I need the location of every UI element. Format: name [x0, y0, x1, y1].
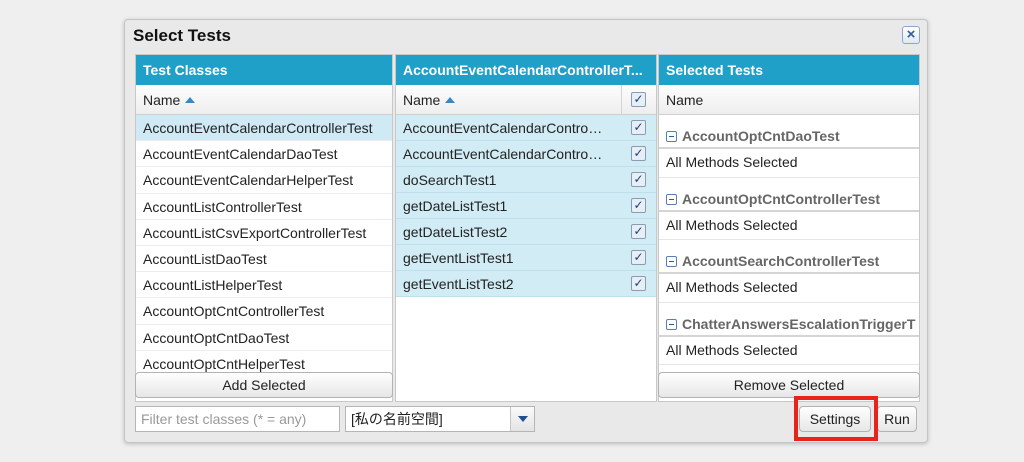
method-checkbox[interactable]: ✓ — [631, 276, 646, 291]
method-name: getEventListTest2 — [403, 276, 514, 292]
namespace-value: [私の名前空間] — [351, 411, 443, 427]
method-checkbox[interactable]: ✓ — [631, 146, 646, 161]
column-divider — [621, 85, 622, 115]
collapse-icon[interactable] — [666, 318, 677, 330]
method-name: AccountEventCalendarControll... — [403, 146, 603, 162]
selected-group-header[interactable]: ChatterAnswersEscalationTriggerT — [659, 303, 919, 337]
method-name: AccountEventCalendarControll... — [403, 120, 603, 136]
test-classes-panel: Test Classes Name AccountEventCalendarCo… — [135, 54, 393, 402]
method-checkbox[interactable]: ✓ — [631, 172, 646, 187]
collapse-icon[interactable] — [666, 131, 677, 142]
add-selected-button[interactable]: Add Selected — [135, 372, 393, 398]
method-name: doSearchTest1 — [403, 172, 497, 188]
test-method-row[interactable]: doSearchTest1 ✓ — [396, 167, 656, 193]
method-name: getDateListTest2 — [403, 224, 508, 240]
test-class-row[interactable]: AccountOptCntControllerTest — [136, 298, 392, 325]
method-checkbox[interactable]: ✓ — [631, 224, 646, 239]
group-name: AccountOptCntDaoTest — [682, 128, 840, 144]
test-methods-panel: AccountEventCalendarControllerT... Name … — [395, 54, 657, 402]
close-icon[interactable]: × — [902, 26, 920, 44]
group-methods-summary[interactable]: All Methods Selected — [659, 211, 919, 240]
test-method-row[interactable]: getDateListTest2 ✓ — [396, 219, 656, 245]
filter-test-classes-input[interactable]: Filter test classes (* = any) — [135, 406, 340, 432]
column-label: Name — [143, 92, 181, 108]
selected-tests-header: Selected Tests — [659, 55, 919, 85]
selected-name-column-header[interactable]: Name — [659, 85, 919, 115]
sort-ascending-icon — [185, 97, 196, 103]
test-class-row[interactable]: AccountListCsvExportControllerTest — [136, 220, 392, 246]
test-method-row[interactable]: getDateListTest1 ✓ — [396, 193, 656, 219]
test-class-row[interactable]: AccountEventCalendarControllerTest — [136, 115, 392, 142]
method-name: getDateListTest1 — [403, 198, 508, 214]
test-class-row[interactable]: AccountEventCalendarDaoTest — [136, 141, 392, 168]
selected-group-header[interactable]: AccountOptCntControllerTest — [659, 178, 919, 212]
test-class-row[interactable]: AccountListControllerTest — [136, 194, 392, 220]
group-name: AccountSearchControllerTest — [682, 253, 880, 269]
name-column-header[interactable]: Name — [136, 85, 392, 115]
remove-selected-button[interactable]: Remove Selected — [658, 372, 920, 398]
selected-tests-list: AccountOptCntDaoTest All Methods Selecte… — [659, 115, 919, 365]
collapse-icon[interactable] — [666, 256, 677, 267]
selected-group-header[interactable]: AccountOptCntDaoTest — [659, 115, 919, 149]
select-all-checkbox[interactable]: ✓ — [631, 92, 646, 107]
group-methods-summary[interactable]: All Methods Selected — [659, 274, 919, 303]
test-method-row[interactable]: AccountEventCalendarControll... ✓ — [396, 141, 656, 167]
method-checkbox[interactable]: ✓ — [631, 250, 646, 265]
test-class-row[interactable]: AccountEventCalendarHelperTest — [136, 167, 392, 194]
group-methods-summary[interactable]: All Methods Selected — [659, 149, 919, 178]
run-button[interactable]: Run — [877, 406, 917, 432]
method-checkbox[interactable]: ✓ — [631, 120, 646, 135]
group-methods-summary[interactable]: All Methods Selected — [659, 336, 919, 365]
column-label: Name — [403, 92, 441, 108]
test-method-row[interactable]: AccountEventCalendarControll... ✓ — [396, 115, 656, 141]
test-class-row[interactable]: AccountListHelperTest — [136, 272, 392, 299]
settings-highlight-box — [794, 396, 878, 441]
method-checkbox[interactable]: ✓ — [631, 198, 646, 213]
selected-tests-panel: Selected Tests Name AccountOptCntDaoTest… — [658, 54, 920, 402]
test-methods-header: AccountEventCalendarControllerT... — [396, 55, 656, 85]
namespace-select[interactable]: [私の名前空間] — [345, 406, 535, 432]
group-name: ChatterAnswersEscalationTriggerT — [682, 315, 916, 332]
test-method-row[interactable]: getEventListTest1 ✓ — [396, 245, 656, 271]
test-method-list: AccountEventCalendarControll... ✓ Account… — [396, 115, 656, 297]
group-name: AccountOptCntControllerTest — [682, 190, 881, 207]
test-class-list: AccountEventCalendarControllerTest Accou… — [136, 115, 392, 377]
sort-ascending-icon — [445, 97, 456, 103]
test-class-row[interactable]: AccountOptCntDaoTest — [136, 325, 392, 351]
select-tests-dialog: Select Tests × Test Classes Name Account… — [124, 19, 928, 443]
chevron-down-icon[interactable] — [510, 407, 534, 431]
test-classes-header: Test Classes — [136, 55, 392, 85]
dialog-title: Select Tests — [133, 26, 231, 45]
test-class-row[interactable]: AccountListDaoTest — [136, 246, 392, 273]
method-name-column-header[interactable]: Name ✓ — [396, 85, 656, 115]
method-name: getEventListTest1 — [403, 250, 514, 266]
test-method-row[interactable]: getEventListTest2 ✓ — [396, 271, 656, 297]
selected-group-header[interactable]: AccountSearchControllerTest — [659, 240, 919, 274]
collapse-icon[interactable] — [666, 193, 677, 205]
